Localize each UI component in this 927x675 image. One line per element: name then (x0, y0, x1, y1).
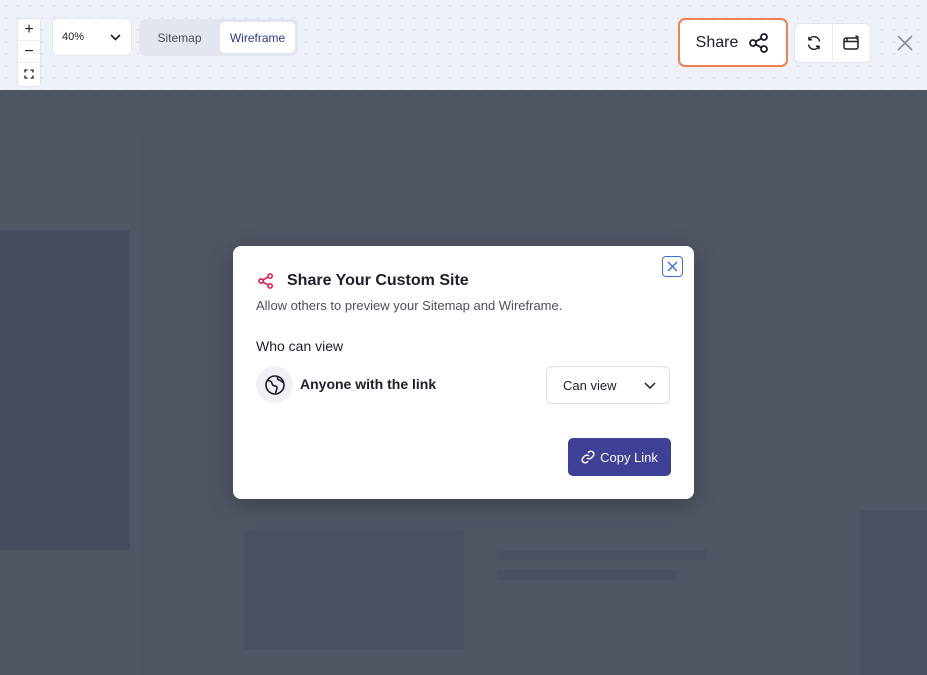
share-button[interactable]: Share (678, 18, 788, 67)
permission-value: Can view (563, 377, 617, 393)
globe-icon (264, 374, 285, 395)
dialog-subtitle: Allow others to preview your Sitemap and… (256, 298, 563, 313)
refresh-button[interactable] (795, 24, 833, 62)
chevron-down-icon (644, 381, 656, 389)
top-toolbar: + − 40% Sitemap Wireframe Share (0, 0, 927, 90)
export-button[interactable] (833, 24, 870, 62)
refresh-icon (807, 36, 820, 50)
link-icon (581, 450, 595, 464)
zoom-controls: + − (17, 18, 41, 87)
dialog-close-button[interactable] (662, 256, 683, 277)
close-icon (667, 261, 678, 272)
zoom-out-button[interactable]: − (18, 41, 40, 63)
audience-label: Anyone with the link (300, 376, 437, 392)
fit-screen-icon (24, 69, 34, 79)
share-icon (749, 32, 769, 53)
permission-select[interactable]: Can view (546, 366, 670, 404)
dialog-header: Share Your Custom Site (257, 272, 469, 290)
copy-link-button[interactable]: Copy Link (568, 438, 671, 476)
copy-link-label: Copy Link (600, 449, 658, 465)
tab-sitemap[interactable]: Sitemap (142, 22, 217, 53)
share-icon (258, 273, 274, 289)
share-button-label: Share (695, 33, 739, 51)
zoom-in-button[interactable]: + (18, 19, 40, 41)
canvas-actions (794, 23, 871, 63)
close-editor-button[interactable] (893, 31, 917, 55)
globe-avatar (256, 366, 293, 403)
zoom-level-value: 40% (62, 31, 85, 43)
close-icon (897, 35, 913, 51)
zoom-level-select[interactable]: 40% (52, 18, 132, 56)
chevron-down-icon (110, 33, 121, 41)
dialog-title: Share Your Custom Site (287, 272, 469, 289)
tab-wireframe[interactable]: Wireframe (220, 22, 295, 53)
fit-screen-button[interactable] (18, 63, 40, 85)
share-dialog: Share Your Custom Site Allow others to p… (233, 246, 694, 499)
who-can-view-label: Who can view (256, 338, 344, 354)
view-toggle: Sitemap Wireframe (139, 19, 298, 56)
export-icon (842, 35, 859, 50)
